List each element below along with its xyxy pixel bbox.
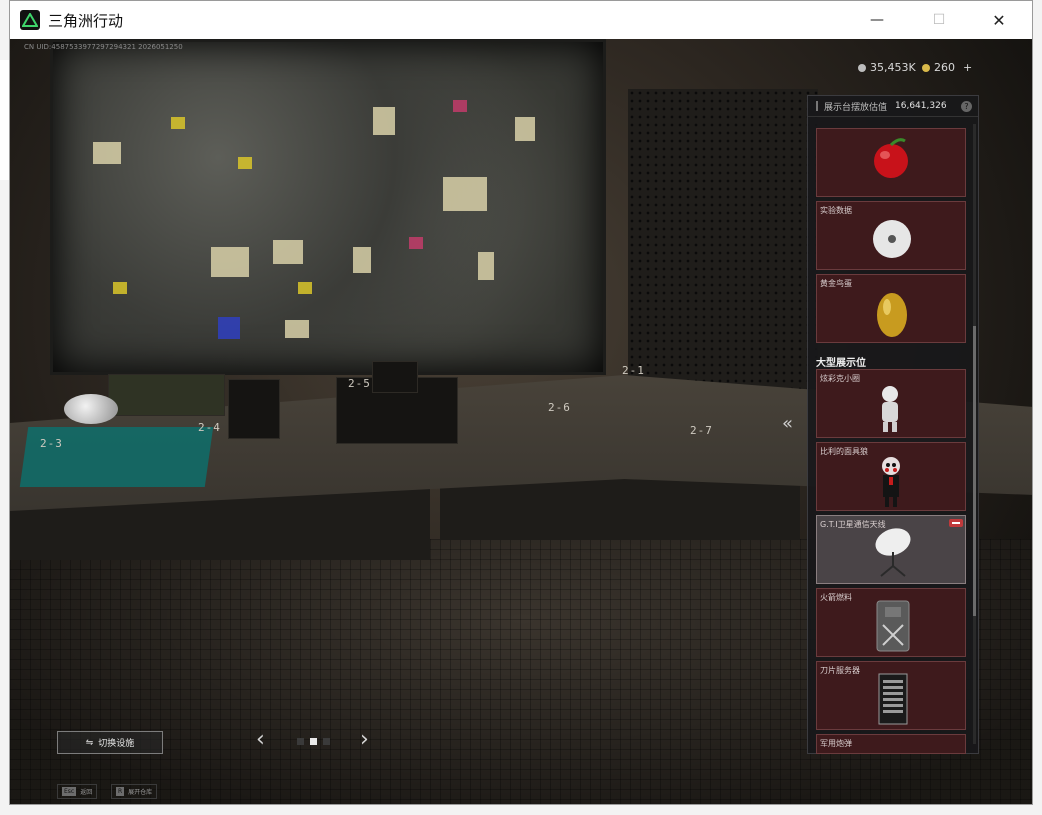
valuation-value: 16,641,326 <box>895 101 947 111</box>
map-note <box>93 142 121 164</box>
slot-label: 2-7 <box>690 424 713 437</box>
card-label: 火箭燃料 <box>820 593 852 602</box>
map-note <box>478 252 494 280</box>
hint-warehouse[interactable]: R 展开仓库 <box>111 784 158 799</box>
add-currency-button[interactable]: + <box>963 61 972 74</box>
cutting-mat <box>19 427 214 487</box>
card-label: 炫彩克小圈 <box>820 374 860 383</box>
map-note <box>515 117 535 141</box>
slot-label: 2-1 <box>622 364 645 377</box>
display-card[interactable]: 火箭燃料 <box>816 588 966 657</box>
help-icon[interactable]: ? <box>961 101 972 112</box>
card-label: 实验数据 <box>820 206 852 215</box>
collapse-panel-button[interactable]: « <box>782 413 793 434</box>
next-page-button[interactable]: › <box>360 727 369 752</box>
apple-icon <box>874 138 908 178</box>
display-card-selected[interactable]: G.T.I卫星通信天线 <box>816 515 966 584</box>
map-note <box>218 317 240 339</box>
window-title: 三角洲行动 <box>48 11 124 30</box>
player-uid: CN UID:4587533977297294321 2026051250 <box>24 43 183 51</box>
display-card[interactable]: 刀片服务器 <box>816 661 966 730</box>
hint-key: R <box>116 787 125 796</box>
title-bar: 三角洲行动 — ☐ ✕ <box>10 1 1032 39</box>
display-case <box>228 379 280 439</box>
display-card[interactable]: 黄金鸟蛋 <box>816 274 966 343</box>
minimize-button[interactable]: — <box>854 1 900 39</box>
currency-value: 260 <box>934 61 955 74</box>
switch-facility-label: 切换设施 <box>98 739 135 749</box>
card-label: 刀片服务器 <box>820 666 860 675</box>
divider <box>816 101 818 111</box>
panel-scrollbar-thumb[interactable] <box>973 326 976 616</box>
blade-server-icon <box>878 673 908 725</box>
display-card[interactable] <box>816 128 966 197</box>
remove-button[interactable] <box>949 519 963 527</box>
hint-back[interactable]: Esc 返回 <box>57 784 98 799</box>
switch-facility-button[interactable]: ⇋ 切换设施 <box>57 731 163 754</box>
display-panel: 展示台摆放估值 16,641,326 ? 实验数据 黄金鸟蛋 大型展示位 炫彩克… <box>807 95 979 754</box>
slot-label: 2-6 <box>548 401 571 414</box>
card-label: 军用炮弹 <box>820 739 852 748</box>
currency-havoc: 35,453K <box>858 61 916 74</box>
map-note <box>171 117 185 129</box>
section-title-large: 大型展示位 <box>816 358 866 369</box>
map-note <box>298 282 312 294</box>
page-dot-active[interactable] <box>310 738 317 745</box>
disc-icon <box>873 220 911 258</box>
display-room-scene: 2-3 2-4 2-5 2-6 2-7 2-1 CN UID:458753397… <box>10 39 1032 804</box>
map-note <box>285 320 309 338</box>
map-board <box>50 39 606 375</box>
map-note <box>453 100 467 112</box>
maximize-button[interactable]: ☐ <box>916 1 962 39</box>
game-window: 三角洲行动 — ☐ ✕ 2-3 2-4 2-5 2-6 2-7 2-1 CN U… <box>9 0 1033 805</box>
map-note <box>273 240 303 264</box>
display-card[interactable]: 实验数据 <box>816 201 966 270</box>
page-dot[interactable] <box>297 738 304 745</box>
map-note <box>409 237 423 249</box>
slot-label: 2-5 <box>348 377 371 390</box>
coin-gold-icon <box>922 63 930 72</box>
display-card[interactable]: 炫彩克小圈 <box>816 369 966 438</box>
ammo-crates <box>108 374 225 416</box>
puppet-icon <box>882 457 900 507</box>
prev-page-button[interactable]: ‹ <box>256 727 265 752</box>
card-label: 黄金鸟蛋 <box>820 279 852 288</box>
valuation-label: 展示台摆放估值 <box>824 102 888 113</box>
golden-egg-icon <box>877 293 907 337</box>
figurine-icon <box>882 386 898 432</box>
map-note <box>113 282 127 294</box>
map-note <box>238 157 252 169</box>
coin-icon <box>858 63 866 72</box>
currency-value: 35,453K <box>870 61 916 74</box>
hint-key: Esc <box>62 787 77 796</box>
currency-premium: 260 + <box>922 61 972 74</box>
display-card[interactable]: 军用炮弹 <box>816 734 966 754</box>
card-label: 比利的面具狼 <box>820 447 868 456</box>
slot-label: 2-4 <box>198 421 221 434</box>
fuel-canister-icon <box>876 600 910 652</box>
satellite-dish-icon <box>875 528 911 577</box>
hint-label: 展开仓库 <box>128 789 153 796</box>
map-note <box>353 247 371 273</box>
pegboard-wall <box>628 89 818 389</box>
hint-label: 返回 <box>80 789 93 796</box>
map-note <box>443 177 487 211</box>
close-button[interactable]: ✕ <box>976 1 1022 39</box>
map-note <box>211 247 249 277</box>
page-dot[interactable] <box>323 738 330 745</box>
display-card[interactable]: 比利的面具狼 <box>816 442 966 511</box>
swap-icon: ⇋ <box>85 737 94 748</box>
server-box <box>372 361 418 393</box>
panel-header: 展示台摆放估值 16,641,326 ? <box>808 96 978 117</box>
map-note <box>373 107 395 135</box>
delta-logo-icon <box>20 10 40 30</box>
slot-label: 2-3 <box>40 437 63 450</box>
satellite-dish-model <box>64 394 118 424</box>
